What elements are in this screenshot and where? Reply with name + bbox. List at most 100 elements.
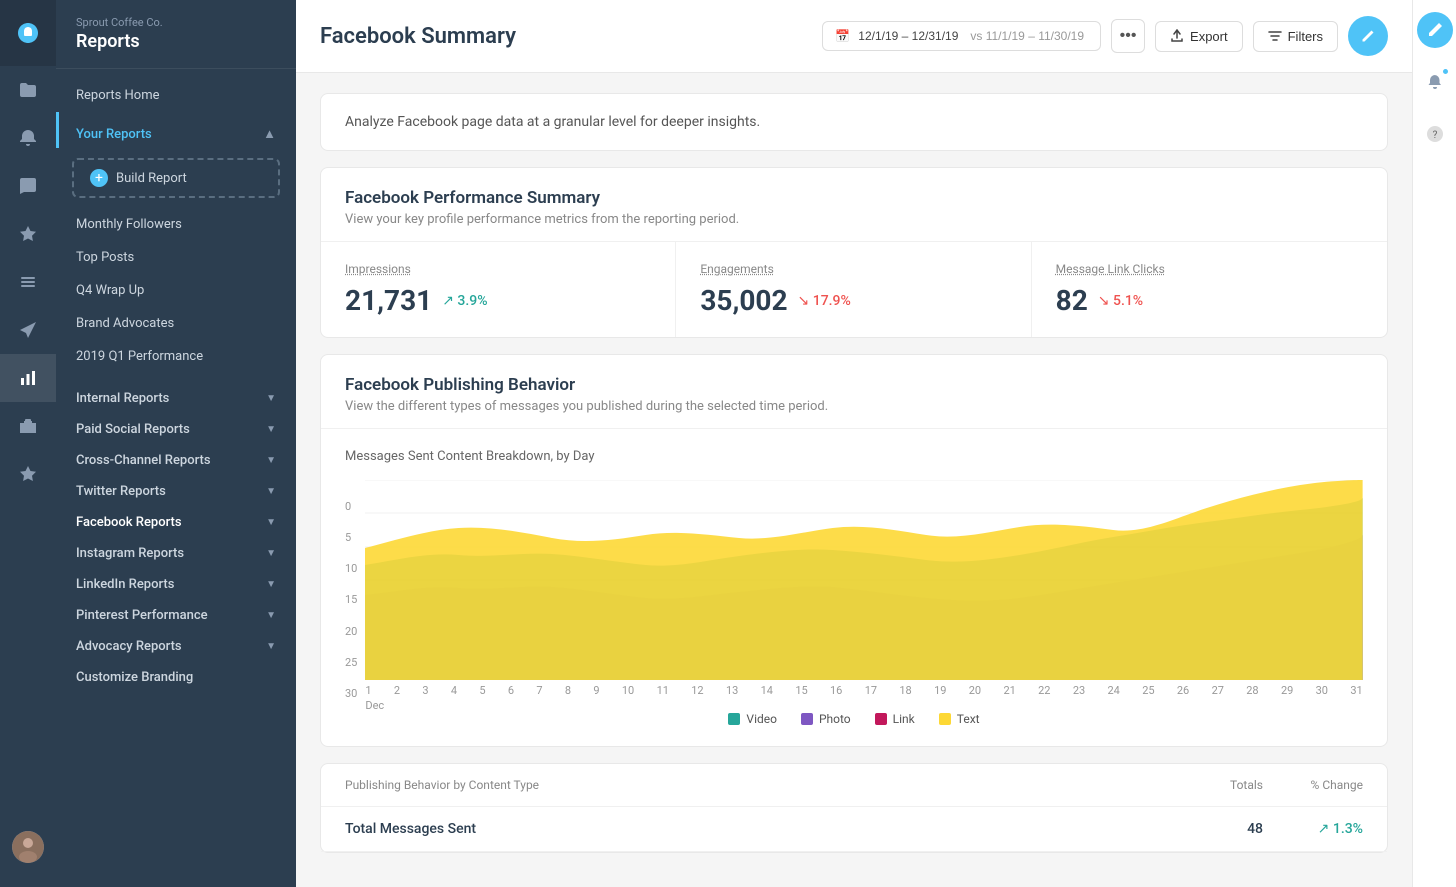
sidebar-group-branding[interactable]: Customize Branding (56, 660, 296, 691)
sidebar-group-cross-channel[interactable]: Cross-Channel Reports ▼ (56, 443, 296, 474)
x-label-21: 21 (1003, 684, 1015, 697)
x-label-28: 28 (1246, 684, 1258, 697)
performance-summary-subtitle: View your key profile performance metric… (345, 212, 1363, 227)
x-label-16: 16 (830, 684, 842, 697)
sidebar-item-top-posts[interactable]: Top Posts (56, 241, 296, 274)
text-legend-dot (939, 713, 951, 725)
right-bar-help[interactable]: ? (1417, 116, 1453, 152)
main-area: Facebook Summary 📅 12/1/19 – 12/31/19 vs… (296, 0, 1412, 887)
nav-star-icon[interactable] (0, 450, 56, 498)
row-total-messages-change: ↗ 1.3% (1263, 821, 1363, 837)
sidebar-group-internal[interactable]: Internal Reports ▼ (56, 381, 296, 412)
internal-reports-label: Internal Reports (76, 391, 169, 406)
engagements-change: ↘ 17.9% (798, 293, 851, 309)
topbar: Facebook Summary 📅 12/1/19 – 12/31/19 vs… (296, 0, 1412, 73)
info-text: Analyze Facebook page data at a granular… (345, 114, 1363, 130)
x-label-18: 18 (899, 684, 911, 697)
sidebar-group-twitter[interactable]: Twitter Reports ▼ (56, 474, 296, 505)
user-avatar[interactable] (12, 831, 44, 863)
x-label-17: 17 (865, 684, 877, 697)
x-label-7: 7 (536, 684, 542, 697)
bell-icon (1426, 73, 1444, 91)
filters-button[interactable]: Filters (1253, 21, 1338, 52)
impressions-label[interactable]: Impressions (345, 262, 651, 276)
topbar-actions: 📅 12/1/19 – 12/31/19 vs 11/1/19 – 11/30/… (822, 16, 1388, 56)
your-reports-list: + Build Report Monthly Followers Top Pos… (56, 158, 296, 381)
advocacy-chevron: ▼ (266, 641, 276, 652)
brand-advocates-label: Brand Advocates (76, 316, 174, 331)
x-label-14: 14 (761, 684, 773, 697)
legend-photo: Photo (801, 712, 851, 726)
sidebar-item-2019-q1[interactable]: 2019 Q1 Performance (56, 340, 296, 373)
linkedin-reports-label: LinkedIn Reports (76, 577, 174, 592)
x-label-5: 5 (479, 684, 485, 697)
sidebar-item-q4-wrapup[interactable]: Q4 Wrap Up (56, 274, 296, 307)
export-button[interactable]: Export (1155, 21, 1243, 52)
sidebar-item-reports-home[interactable]: Reports Home (56, 79, 296, 112)
x-label-4: 4 (451, 684, 457, 697)
more-options-button[interactable]: ••• (1111, 19, 1145, 53)
x-label-25: 25 (1142, 684, 1154, 697)
sidebar-group-instagram[interactable]: Instagram Reports ▼ (56, 536, 296, 567)
app-logo[interactable] (0, 0, 56, 66)
impressions-value: 21,731 ↗ 3.9% (345, 284, 651, 317)
col-title: Publishing Behavior by Content Type (345, 778, 1163, 792)
x-label-29: 29 (1281, 684, 1293, 697)
facebook-reports-label: Facebook Reports (76, 515, 182, 530)
nav-alert-icon[interactable] (0, 114, 56, 162)
link-clicks-label[interactable]: Message Link Clicks (1056, 262, 1363, 276)
publishing-behavior-title: Facebook Publishing Behavior (345, 375, 1363, 395)
twitter-chevron: ▼ (266, 486, 276, 497)
col-change: % Change (1263, 778, 1363, 792)
engagements-label[interactable]: Engagements (700, 262, 1006, 276)
sidebar-group-facebook[interactable]: Facebook Reports ▼ (56, 505, 296, 536)
instagram-chevron: ▼ (266, 548, 276, 559)
x-label-11: 11 (657, 684, 669, 697)
sidebar-group-paid-social[interactable]: Paid Social Reports ▼ (56, 412, 296, 443)
right-bar-bell[interactable] (1417, 64, 1453, 100)
x-label-20: 20 (969, 684, 981, 697)
chart-legend: Video Photo Link Text (345, 712, 1363, 726)
table-row: Total Messages Sent 48 ↗ 1.3% (321, 807, 1387, 852)
performance-summary-header: Facebook Performance Summary View your k… (321, 168, 1387, 242)
filters-icon (1268, 29, 1282, 43)
nav-pin-icon[interactable] (0, 210, 56, 258)
pencil-icon (1426, 21, 1444, 39)
nav-send-icon[interactable] (0, 306, 56, 354)
nav-message-icon[interactable] (0, 162, 56, 210)
x-label-15: 15 (795, 684, 807, 697)
paid-social-label: Paid Social Reports (76, 422, 190, 437)
publishing-behavior-subtitle: View the different types of messages you… (345, 399, 1363, 414)
nav-list-icon[interactable] (0, 258, 56, 306)
sidebar-group-linkedin[interactable]: LinkedIn Reports ▼ (56, 567, 296, 598)
link-legend-label: Link (893, 712, 915, 726)
pinterest-label: Pinterest Performance (76, 608, 208, 623)
right-bar-edit[interactable] (1417, 12, 1453, 48)
sidebar-group-pinterest[interactable]: Pinterest Performance ▼ (56, 598, 296, 629)
your-reports-label: Your Reports (76, 127, 152, 142)
sidebar-title: Reports (76, 31, 276, 52)
notification-badge (1442, 68, 1449, 75)
nav-briefcase-icon[interactable] (0, 402, 56, 450)
x-label-22: 22 (1038, 684, 1050, 697)
sidebar-item-monthly-followers[interactable]: Monthly Followers (56, 208, 296, 241)
date-range-button[interactable]: 📅 12/1/19 – 12/31/19 vs 11/1/19 – 11/30/… (822, 21, 1101, 51)
edit-button[interactable] (1348, 16, 1388, 56)
nav-chart-icon[interactable] (0, 354, 56, 402)
sidebar-group-advocacy[interactable]: Advocacy Reports ▼ (56, 629, 296, 660)
chart-section: Messages Sent Content Breakdown, by Day … (321, 429, 1387, 746)
your-reports-section[interactable]: Your Reports ▲ (56, 112, 296, 148)
top-posts-label: Top Posts (76, 250, 134, 265)
video-legend-dot (728, 713, 740, 725)
build-report-button[interactable]: + Build Report (72, 158, 280, 198)
nav-folder-icon[interactable] (0, 66, 56, 114)
sidebar-item-brand-advocates[interactable]: Brand Advocates (56, 307, 296, 340)
edit-icon (1360, 28, 1376, 44)
plus-icon: + (90, 169, 108, 187)
x-label-13: 13 (726, 684, 738, 697)
linkedin-chevron: ▼ (266, 579, 276, 590)
table-header-row: Publishing Behavior by Content Type Tota… (321, 764, 1387, 807)
help-icon: ? (1426, 125, 1444, 143)
paid-social-chevron: ▼ (266, 424, 276, 435)
photo-legend-dot (801, 713, 813, 725)
